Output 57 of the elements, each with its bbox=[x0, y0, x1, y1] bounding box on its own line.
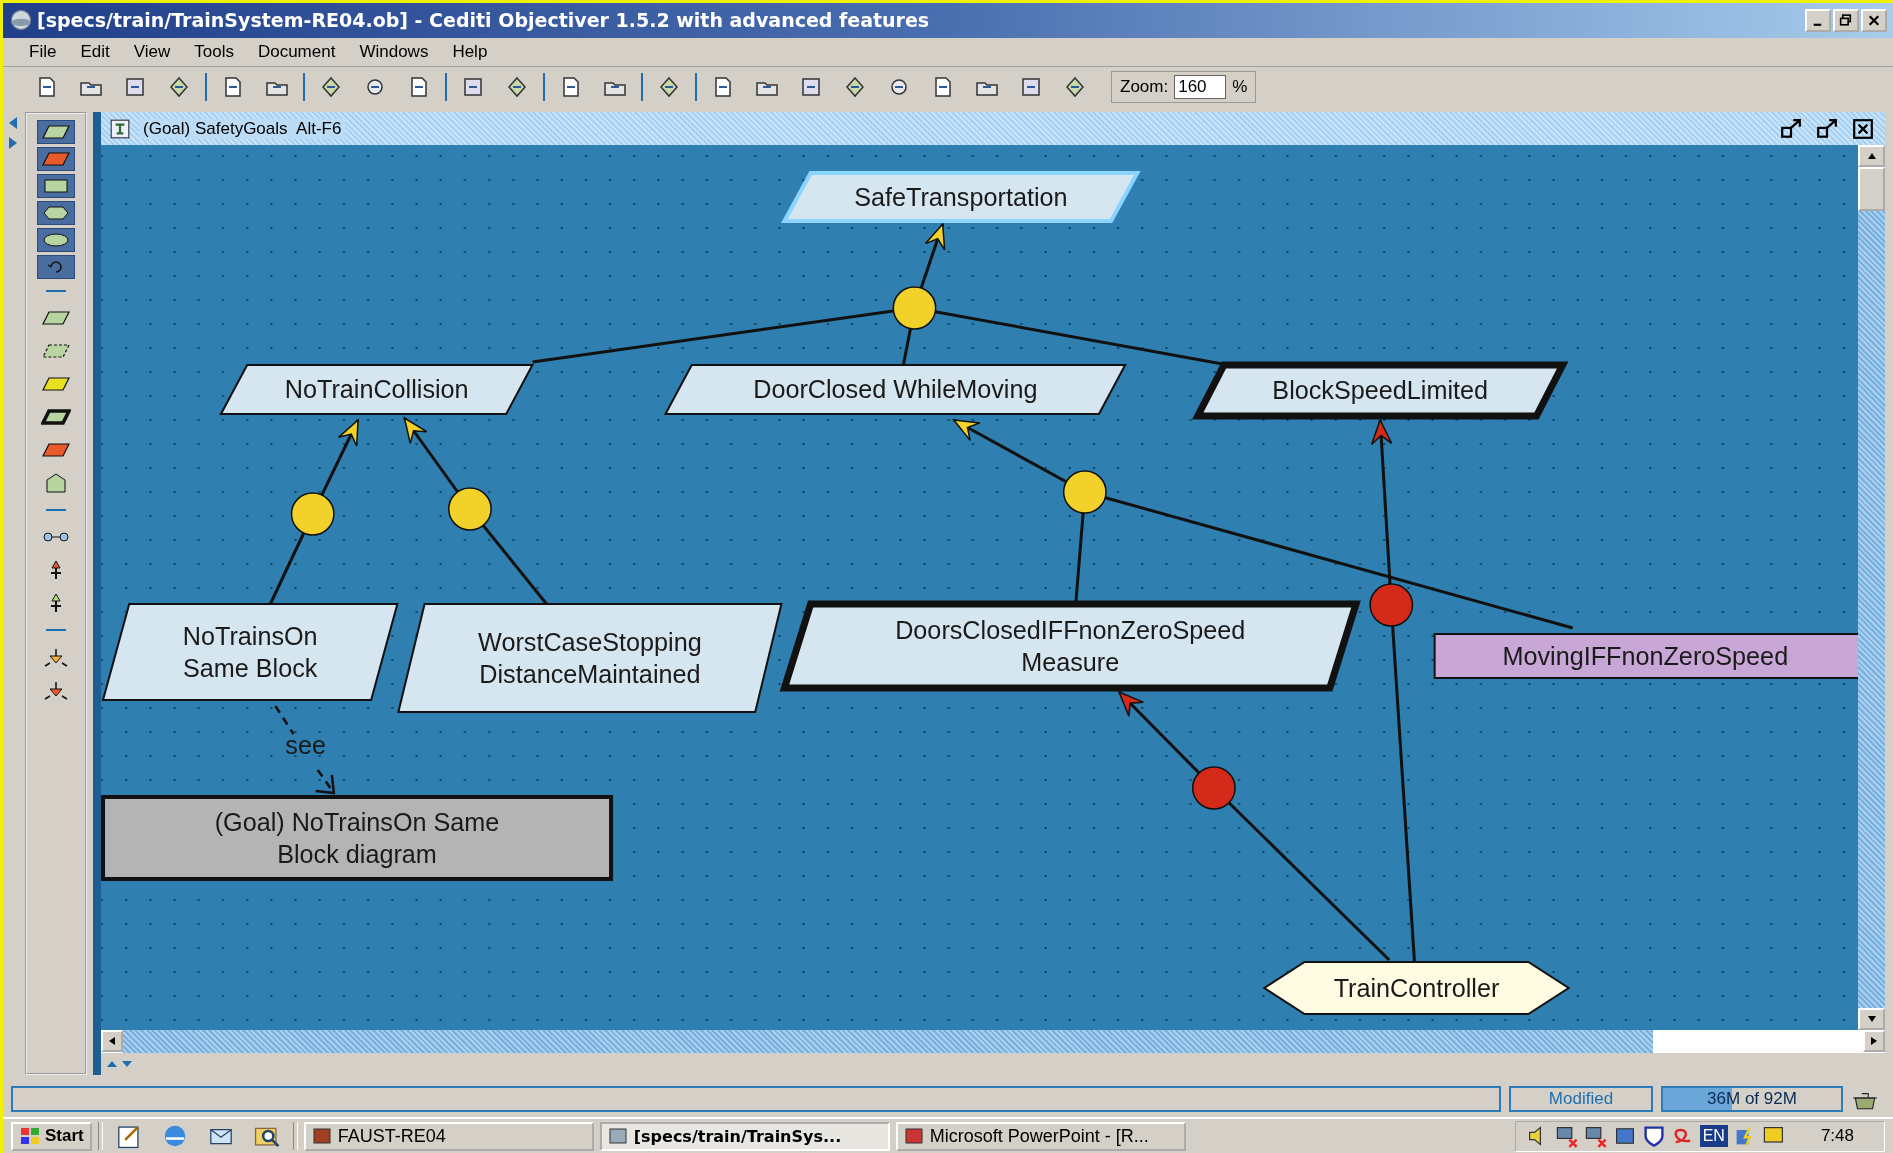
refinement-circle bbox=[448, 487, 492, 532]
scroll-right-icon[interactable] bbox=[1863, 1030, 1885, 1053]
taskbar-button[interactable]: FAUST-RE04 bbox=[303, 1121, 594, 1151]
reference-node: (Goal) NoTrainsOn Same Block diagram bbox=[101, 795, 614, 882]
windows-logo-icon[interactable] bbox=[19, 1127, 41, 1146]
document-title: (Goal) SafetyGoals Alt-F6 bbox=[139, 118, 346, 139]
menu-item[interactable]: Windows bbox=[347, 41, 441, 62]
rectangle-icon[interactable] bbox=[37, 174, 75, 199]
taskbar-button[interactable]: Microsoft PowerPoint - [R... bbox=[895, 1121, 1186, 1151]
menu-item[interactable]: Edit bbox=[68, 41, 122, 62]
collapse-left-icon[interactable] bbox=[8, 116, 18, 131]
expand-right-icon[interactable] bbox=[8, 136, 18, 151]
window-title: [specs/train/TrainSystem-RE04.ob] - Cediti Objectiver 1.5.2 with advanced features bbox=[37, 9, 930, 32]
shield-icon[interactable] bbox=[1641, 1124, 1666, 1149]
menu-item[interactable]: Tools bbox=[182, 41, 246, 62]
goal-node: DoorClosed WhileMoving bbox=[663, 364, 1127, 416]
menu-item[interactable]: Document bbox=[245, 41, 348, 62]
zoom-field[interactable]: 160 bbox=[1174, 74, 1227, 99]
requirement-node: BlockSpeedLimited bbox=[1192, 361, 1569, 420]
responsibility-circle bbox=[1191, 766, 1236, 811]
cycle-icon[interactable] bbox=[37, 255, 75, 280]
network-icon[interactable] bbox=[1554, 1124, 1579, 1149]
vertical-scrollbar[interactable] bbox=[1858, 145, 1885, 1031]
menu-item[interactable]: View bbox=[121, 41, 183, 62]
parallelogram-icon[interactable] bbox=[37, 120, 75, 145]
refinement-circle bbox=[892, 286, 937, 331]
refinement-circle bbox=[1062, 470, 1107, 515]
scroll-down-icon[interactable] bbox=[1858, 1008, 1885, 1031]
menu-item[interactable]: File bbox=[17, 41, 69, 62]
network-icon[interactable] bbox=[1583, 1124, 1608, 1149]
status-text: Modified bbox=[1509, 1085, 1653, 1112]
app-icon[interactable] bbox=[311, 1126, 332, 1147]
scroll-left-icon[interactable] bbox=[101, 1030, 123, 1053]
menu-item[interactable]: Help bbox=[440, 41, 500, 62]
requirement-node: DoorsClosedIFFnonZeroSpeed Measure bbox=[779, 600, 1361, 692]
goal-node: NoTrainsOn Same Block bbox=[101, 603, 399, 702]
start-button[interactable]: Start bbox=[11, 1121, 92, 1151]
scroll-up-icon[interactable] bbox=[1858, 145, 1885, 168]
goal-node: NoTrainCollision bbox=[219, 364, 535, 416]
split-arrows-icon[interactable] bbox=[105, 1059, 135, 1070]
refinement-circle bbox=[290, 492, 335, 537]
app-icon[interactable] bbox=[903, 1126, 924, 1147]
diagram-icon bbox=[109, 117, 131, 140]
globe-icon bbox=[9, 8, 33, 33]
responsibility-circle bbox=[1369, 583, 1414, 628]
see-label: see bbox=[285, 731, 326, 760]
language-indicator[interactable]: EN bbox=[1699, 1125, 1728, 1148]
goal-node: WorstCaseStopping DistanceMaintained bbox=[397, 603, 783, 714]
zoom-label: Zoom: bbox=[1120, 76, 1169, 97]
parallelogram-icon[interactable] bbox=[37, 147, 75, 172]
scroll-thumb[interactable] bbox=[1858, 167, 1885, 212]
clock: 7:48 bbox=[1820, 1126, 1854, 1147]
percent-label: % bbox=[1232, 76, 1248, 97]
taskbar-button[interactable]: [specs/train/TrainSys... bbox=[599, 1121, 890, 1151]
expectation-node: MovingIFFnonZeroSpeed bbox=[1433, 633, 1858, 680]
goal-node: SafeTransportation bbox=[781, 171, 1141, 224]
app-icon[interactable] bbox=[607, 1126, 628, 1147]
